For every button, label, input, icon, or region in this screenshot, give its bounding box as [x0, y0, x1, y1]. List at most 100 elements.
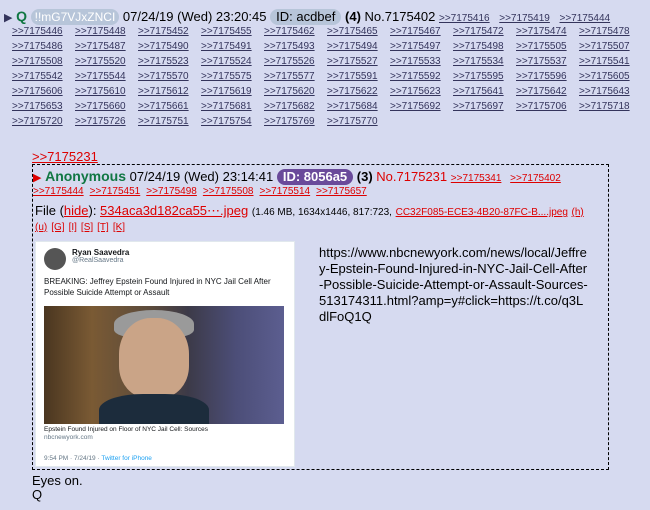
reply-link[interactable]: >>7175591: [327, 69, 385, 84]
collapse-arrow-icon[interactable]: ▶: [33, 172, 41, 184]
reply-link[interactable]: >>7175498: [146, 186, 197, 197]
reply-link[interactable]: >>7175520: [75, 54, 133, 69]
reply-link[interactable]: >>7175596: [516, 69, 574, 84]
reply-link[interactable]: >>7175448: [75, 24, 133, 39]
reply-link[interactable]: >>7175537: [516, 54, 574, 69]
reply-link[interactable]: >>7175653: [12, 99, 70, 114]
reply-link[interactable]: >>7175487: [75, 39, 133, 54]
body-line: Eyes on.: [32, 473, 83, 488]
reply-link[interactable]: >>7175493: [264, 39, 322, 54]
file-action-link[interactable]: [T]: [97, 222, 109, 233]
reply-link[interactable]: >>7175641: [453, 84, 511, 99]
reply-link[interactable]: >>7175642: [516, 84, 574, 99]
reply-link[interactable]: >>7175465: [327, 24, 385, 39]
file-action-link[interactable]: [I]: [69, 222, 77, 233]
quote-link[interactable]: >>7175231: [32, 149, 98, 164]
reply-link[interactable]: >>7175451: [90, 186, 141, 197]
reply-link[interactable]: >>7175444: [33, 186, 84, 197]
reply-link[interactable]: >>7175605: [579, 69, 637, 84]
reply-link[interactable]: >>7175770: [327, 114, 385, 129]
quoted-id-badge[interactable]: ID: 8056a5: [276, 169, 354, 185]
reply-link[interactable]: >>7175472: [453, 24, 511, 39]
hide-file-link[interactable]: hide: [64, 203, 89, 218]
reply-link[interactable]: >>7175341: [451, 173, 502, 184]
quoted-poster-name: Anonymous: [45, 168, 126, 184]
file-action-link[interactable]: [S]: [81, 222, 93, 233]
reply-link[interactable]: >>7175455: [201, 24, 259, 39]
reply-link[interactable]: >>7175623: [390, 84, 448, 99]
reply-link[interactable]: >>7175570: [138, 69, 196, 84]
reply-link[interactable]: >>7175452: [138, 24, 196, 39]
reply-link[interactable]: >>7175514: [260, 186, 311, 197]
reply-link[interactable]: >>7175575: [201, 69, 259, 84]
reply-link[interactable]: >>7175706: [516, 99, 574, 114]
poster-id-badge[interactable]: ID: acdbef: [270, 9, 342, 25]
reply-link[interactable]: >>7175505: [516, 39, 574, 54]
reply-link[interactable]: >>7175684: [327, 99, 385, 114]
reply-link[interactable]: >>7175542: [12, 69, 70, 84]
reply-link[interactable]: >>7175726: [75, 114, 133, 129]
attached-image[interactable]: Ryan Saavedra @RealSaavedra BREAKING: Je…: [35, 241, 295, 467]
reply-link[interactable]: >>7175544: [75, 69, 133, 84]
tweet-timestamp: 9:54 PM · 7/24/19 ·: [44, 455, 100, 462]
reply-link[interactable]: >>7175751: [138, 114, 196, 129]
file-h-link[interactable]: (h): [572, 207, 584, 218]
file-action-link[interactable]: (u): [35, 222, 47, 233]
reply-link[interactable]: >>7175474: [516, 24, 574, 39]
file-name-link[interactable]: 534aca3d182ca55⋯.jpeg: [100, 203, 248, 218]
reply-link[interactable]: >>7175534: [453, 54, 511, 69]
reply-link[interactable]: >>7175692: [390, 99, 448, 114]
reply-link[interactable]: >>7175592: [390, 69, 448, 84]
reply-link[interactable]: >>7175523: [138, 54, 196, 69]
reply-link[interactable]: >>7175478: [579, 24, 637, 39]
reply-link[interactable]: >>7175402: [510, 173, 561, 184]
reply-link[interactable]: >>7175595: [453, 69, 511, 84]
reply-link[interactable]: >>7175498: [453, 39, 511, 54]
reply-link[interactable]: >>7175494: [327, 39, 385, 54]
quoted-reply-count: (3): [356, 169, 373, 184]
reply-link[interactable]: >>7175462: [264, 24, 322, 39]
file-original-name[interactable]: CC32F085-ECE3-4B20-87FC-B....jpeg: [396, 207, 568, 218]
reply-link[interactable]: >>7175660: [75, 99, 133, 114]
reply-link[interactable]: >>7175526: [264, 54, 322, 69]
reply-link[interactable]: >>7175620: [264, 84, 322, 99]
reply-link[interactable]: >>7175606: [12, 84, 70, 99]
reply-link[interactable]: >>7175508: [203, 186, 254, 197]
reply-link[interactable]: >>7175491: [201, 39, 259, 54]
reply-link[interactable]: >>7175444: [560, 13, 611, 24]
reply-link[interactable]: >>7175682: [264, 99, 322, 114]
reply-link[interactable]: >>7175446: [12, 24, 70, 39]
reply-link[interactable]: >>7175657: [316, 186, 367, 197]
reply-link[interactable]: >>7175527: [327, 54, 385, 69]
reply-link[interactable]: >>7175754: [201, 114, 259, 129]
reply-link[interactable]: >>7175622: [327, 84, 385, 99]
reply-link[interactable]: >>7175508: [12, 54, 70, 69]
reply-link[interactable]: >>7175490: [138, 39, 196, 54]
reply-link[interactable]: >>7175419: [499, 13, 550, 24]
reply-link[interactable]: >>7175718: [579, 99, 637, 114]
post-number[interactable]: No.7175402: [365, 9, 436, 24]
quoted-post-number[interactable]: No.7175231: [376, 169, 447, 184]
file-action-link[interactable]: [K]: [113, 222, 125, 233]
collapse-arrow-icon[interactable]: ▶: [4, 12, 12, 24]
reply-link[interactable]: >>7175524: [201, 54, 259, 69]
reply-link[interactable]: >>7175619: [201, 84, 259, 99]
reply-link[interactable]: >>7175769: [264, 114, 322, 129]
reply-link[interactable]: >>7175486: [12, 39, 70, 54]
reply-link[interactable]: >>7175507: [579, 39, 637, 54]
file-action-link[interactable]: [G]: [51, 222, 64, 233]
reply-link[interactable]: >>7175497: [390, 39, 448, 54]
reply-link[interactable]: >>7175541: [579, 54, 637, 69]
reply-link[interactable]: >>7175610: [75, 84, 133, 99]
reply-link[interactable]: >>7175681: [201, 99, 259, 114]
reply-link[interactable]: >>7175467: [390, 24, 448, 39]
poster-name: Q: [16, 8, 27, 24]
reply-link[interactable]: >>7175577: [264, 69, 322, 84]
reply-link[interactable]: >>7175533: [390, 54, 448, 69]
reply-link[interactable]: >>7175661: [138, 99, 196, 114]
reply-link[interactable]: >>7175612: [138, 84, 196, 99]
reply-link[interactable]: >>7175697: [453, 99, 511, 114]
reply-link[interactable]: >>7175720: [12, 114, 70, 129]
reply-link[interactable]: >>7175643: [579, 84, 637, 99]
reply-link[interactable]: >>7175416: [439, 13, 490, 24]
